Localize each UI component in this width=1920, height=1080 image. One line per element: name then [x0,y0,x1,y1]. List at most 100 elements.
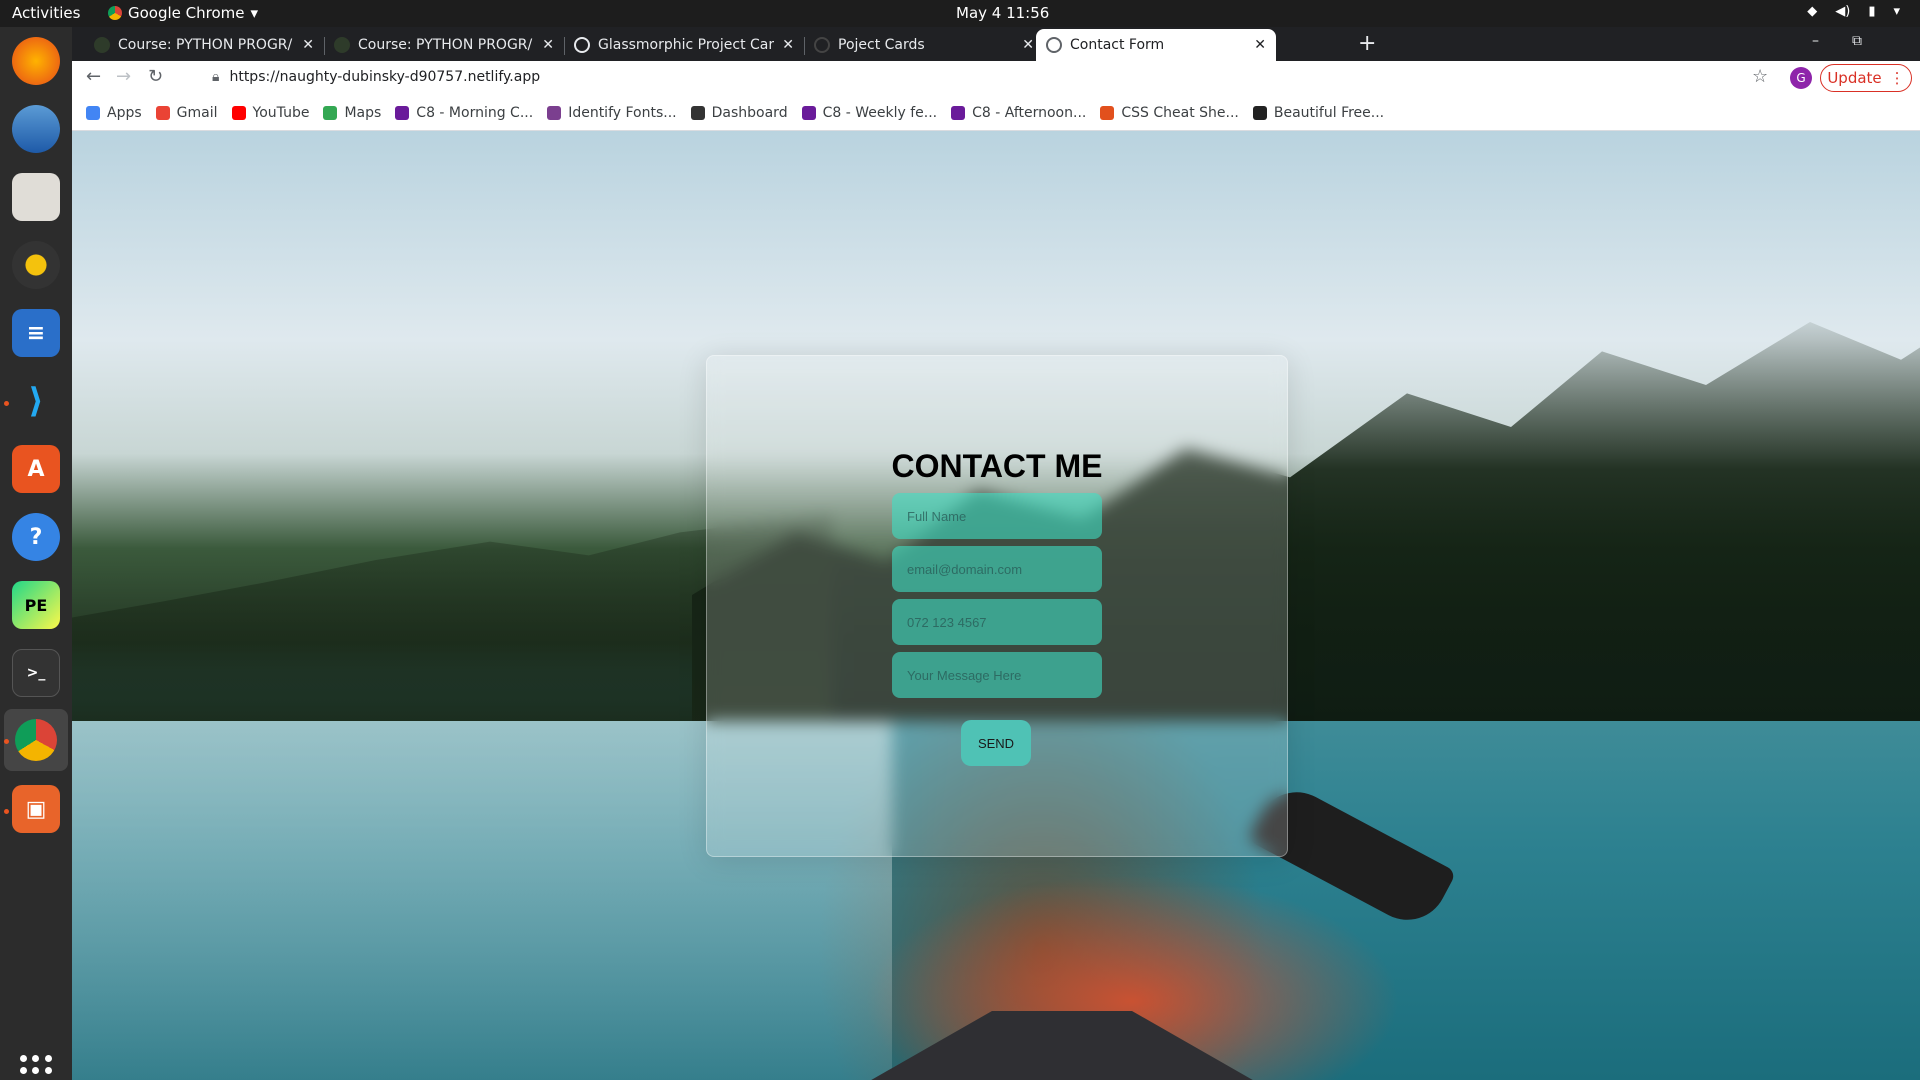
terminal-icon[interactable]: >_ [12,649,60,697]
bookmark-favicon-icon [690,105,705,120]
show-applications-icon[interactable] [20,1055,52,1080]
bookmark-favicon-icon [323,105,338,120]
bookmark-favicon-icon [547,105,562,120]
thunderbird-icon[interactable] [12,105,60,153]
bookmark-label: Dashboard [711,104,788,121]
bookmark-label: YouTube [252,104,310,121]
lock-icon: 🔒︎ [212,69,220,85]
email-input[interactable] [892,546,1102,592]
bookmark-label: Apps [107,104,142,121]
bookmark-favicon-icon [395,105,410,120]
tab-title: Contact Form [1070,37,1165,53]
writer-icon[interactable]: ≡ [12,309,60,357]
address-bar[interactable]: 🔒︎ https://naughty-dubinsky-d90757.netlif… [212,69,540,85]
wifi-icon: ◆ [1807,4,1818,19]
page-viewport: CONTACT ME SEND [72,131,1920,1080]
kebab-menu-icon: ⋮ [1889,69,1905,87]
rhythmbox-icon[interactable] [12,241,60,289]
bookmark-item[interactable]: YouTube [231,104,310,121]
forward-icon[interactable]: → [116,66,131,87]
tab-title: Course: PYTHON PROGR/ [358,37,533,53]
close-icon[interactable]: ✕ [302,37,314,53]
firefox-icon[interactable] [12,37,60,85]
volume-icon: ◀) [1835,4,1851,19]
tab-title: Poject Cards [838,37,925,53]
restore-icon[interactable]: ⧉ [1852,33,1862,49]
form-title: CONTACT ME [891,448,1103,484]
tab[interactable]: Course: PYTHON PROGR/ ✕ [84,29,324,61]
bookmark-item[interactable]: C8 - Morning C... [395,105,533,121]
minimize-icon[interactable]: – [1812,33,1819,49]
clock[interactable]: May 4 11:56 [956,4,1049,22]
bookmark-item[interactable]: Identify Fonts... [547,104,677,121]
bookmark-favicon-icon [1252,105,1267,120]
url-text: https://naughty-dubinsky-d90757.netlify.… [229,69,541,85]
bookmarks-bar: Apps Gmail YouTube Maps C8 - Morning C... Ide… [72,95,1920,131]
phone-input[interactable] [892,599,1102,645]
files-icon[interactable] [12,173,60,221]
full-name-input[interactable] [892,493,1102,539]
bookmark-item[interactable]: CSS Cheat She... [1100,105,1239,121]
bookmark-item[interactable]: C8 - Afternoon... [951,105,1086,121]
bookmark-item[interactable]: Maps [323,105,381,121]
contact-form-card: CONTACT ME SEND [706,355,1288,857]
update-button[interactable]: Update ⋮ [1820,64,1912,92]
site-favicon-icon [94,37,110,53]
bookmark-favicon-icon [801,105,816,120]
site-favicon-icon [334,37,350,53]
tab-strip: Course: PYTHON PROGR/ ✕ Course: PYTHON P… [72,27,1920,61]
bookmark-item[interactable]: Gmail [155,104,218,121]
tab-title: Course: PYTHON PROGR/ [118,37,293,53]
chevron-down-icon: ▾ [1893,4,1900,19]
help-icon[interactable]: ? [12,513,60,561]
tab[interactable]: Poject Cards ✕ [804,29,1044,61]
new-tab-icon[interactable]: + [1358,31,1376,56]
running-indicator [4,739,9,744]
bookmark-item[interactable]: Apps [86,105,142,121]
bookmark-star-icon[interactable]: ☆ [1752,66,1768,87]
tab-title: Glassmorphic Project Card [598,37,775,53]
bookmark-item[interactable]: Beautiful Free... [1252,105,1384,121]
dock: ≡ ⟩ A ? PE >_ ▣ [0,27,72,1080]
message-input[interactable] [892,652,1102,698]
back-icon[interactable]: ← [86,66,101,87]
chevron-down-icon: ▾ [250,4,259,22]
bookmark-favicon-icon [951,105,966,120]
reload-icon[interactable]: ↻ [148,66,163,87]
browser-toolbar: ← → ↻ 🔒︎ https://naughty-dubinsky-d90757.… [72,61,1920,95]
profile-avatar[interactable]: G [1790,67,1812,89]
app-menu-label: Google Chrome [128,4,245,22]
running-indicator [4,401,9,406]
impress-icon[interactable]: ▣ [12,785,60,833]
close-icon[interactable]: ✕ [1254,37,1266,53]
bookmark-label: C8 - Afternoon... [972,104,1087,121]
bookmark-label: Gmail [176,104,218,121]
running-indicator [4,809,9,814]
software-icon[interactable]: A [12,445,60,493]
globe-icon [1046,37,1062,53]
tab[interactable]: Glassmorphic Project Card ✕ [564,29,804,61]
battery-icon: ▮ [1868,4,1876,19]
bookmark-label: CSS Cheat She... [1121,104,1239,121]
close-icon[interactable]: ✕ [782,37,794,53]
bookmark-item[interactable]: Dashboard [690,104,788,121]
system-tray[interactable]: ◆ ◀) ▮ ▾ [1807,4,1900,19]
bookmark-label: Identify Fonts... [568,104,677,121]
tab[interactable]: Course: PYTHON PROGR/ ✕ [324,29,564,61]
chrome-icon [15,719,57,761]
update-label: Update [1827,69,1882,87]
pycharm-icon[interactable]: PE [12,581,60,629]
bookmark-label: C8 - Morning C... [416,104,534,121]
app-menu[interactable]: Google Chrome ▾ [108,4,258,22]
activities-button[interactable]: Activities [12,4,80,22]
chrome-icon [108,6,122,20]
close-icon[interactable]: ✕ [542,37,554,53]
vscode-icon[interactable]: ⟩ [12,377,60,425]
close-icon[interactable]: ✕ [1022,37,1034,53]
bookmark-label: Maps [344,104,382,121]
tab-active[interactable]: Contact Form ✕ [1036,29,1276,61]
send-button[interactable]: SEND [961,720,1031,766]
bookmark-label: C8 - Weekly fe... [822,104,938,121]
bookmark-item[interactable]: C8 - Weekly fe... [801,104,938,121]
chrome-dock-item[interactable] [4,709,68,771]
